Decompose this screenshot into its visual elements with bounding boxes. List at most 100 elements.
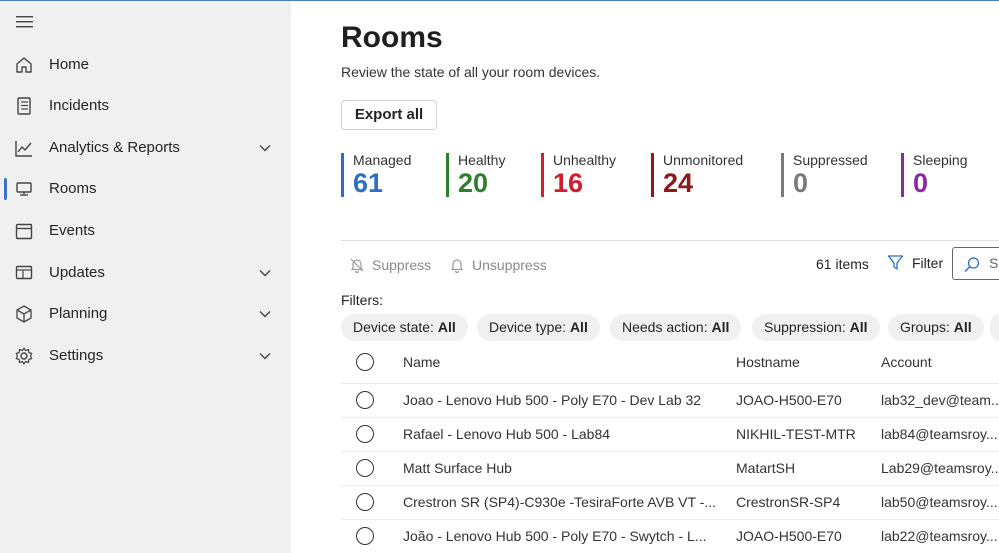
search-input[interactable]: S: [952, 247, 999, 280]
chevron-down-icon[interactable]: [258, 307, 272, 321]
column-header-hostname[interactable]: Hostname: [736, 354, 800, 370]
stat-value: 24: [663, 168, 694, 198]
stat-bar: [541, 153, 544, 197]
stat-bar: [651, 153, 654, 197]
rooms-icon: [16, 182, 32, 196]
gear-icon: [15, 347, 33, 365]
stat-label: Unhealthy: [553, 152, 617, 168]
filter-pill-suppression[interactable]: Suppression: All: [752, 314, 880, 341]
sidebar-item-label: Home: [49, 56, 90, 73]
active-indicator: [4, 178, 7, 200]
stat-label: Unmonitored: [663, 152, 744, 168]
sidebar-item-planning[interactable]: Planning: [0, 294, 291, 334]
table-row[interactable]: Joao - Lenovo Hub 500 - Poly E70 - Dev L…: [341, 384, 999, 418]
filter-button[interactable]: Filter: [887, 254, 943, 271]
table-row[interactable]: Rafael - Lenovo Hub 500 - Lab84 NIKHIL-T…: [341, 418, 999, 452]
filter-pill-needs-action[interactable]: Needs action: All: [610, 314, 742, 341]
filter-pill-groups[interactable]: Groups: All: [888, 314, 984, 341]
pill-name: Suppression:: [764, 319, 846, 335]
stat-value: 61: [353, 168, 384, 198]
select-all-radio[interactable]: [356, 353, 374, 371]
hamburger-menu-icon[interactable]: [16, 15, 34, 29]
row-select-radio[interactable]: [356, 493, 374, 511]
home-icon: [16, 57, 32, 73]
export-all-button[interactable]: Export all: [341, 100, 437, 130]
cell-name[interactable]: Rafael - Lenovo Hub 500 - Lab84: [403, 426, 723, 442]
stat-bar: [901, 153, 904, 197]
cell-hostname: NIKHIL-TEST-MTR: [736, 426, 856, 442]
filters-label: Filters:: [341, 292, 383, 308]
cell-hostname: JOAO-H500-E70: [736, 392, 842, 408]
cell-account: Lab29@teamsroy...: [881, 460, 999, 476]
stat-bar: [341, 153, 344, 197]
filter-label: Filter: [912, 254, 944, 271]
pill-name: Device type:: [489, 319, 567, 335]
row-select-radio[interactable]: [356, 459, 374, 477]
chevron-down-icon[interactable]: [258, 266, 272, 280]
main-content: Rooms Review the state of all your room …: [291, 1, 999, 553]
sidebar-item-label: Updates: [49, 264, 105, 281]
cell-account: lab50@teamsroy...: [881, 494, 998, 510]
filter-icon: [887, 255, 904, 270]
sidebar: Home Incidents Analytics & Reports Rooms: [0, 1, 291, 553]
calendar-icon: [15, 223, 33, 240]
pill-name: Needs action:: [622, 319, 708, 335]
stat-bar: [446, 153, 449, 197]
pill-value: All: [849, 319, 868, 335]
sidebar-item-analytics-reports[interactable]: Analytics & Reports: [0, 128, 291, 168]
suppress-label: Suppress: [372, 257, 432, 273]
cell-name[interactable]: Matt Surface Hub: [403, 460, 723, 476]
stat-label: Healthy: [458, 152, 506, 168]
search-text: S: [989, 255, 999, 271]
stat-value: 20: [458, 168, 489, 198]
sidebar-item-settings[interactable]: Settings: [0, 336, 291, 376]
row-select-radio[interactable]: [356, 527, 374, 545]
suppress-button[interactable]: Suppress: [349, 255, 431, 275]
sidebar-item-incidents[interactable]: Incidents: [0, 86, 291, 126]
planning-icon: [16, 305, 32, 323]
sidebar-item-home[interactable]: Home: [0, 45, 291, 85]
row-select-radio[interactable]: [356, 391, 374, 409]
unsuppress-button[interactable]: Unsuppress: [449, 255, 547, 275]
filter-pill-device-type[interactable]: Device type: All: [477, 314, 600, 341]
column-header-account[interactable]: Account: [881, 354, 932, 370]
cell-name[interactable]: Joao - Lenovo Hub 500 - Poly E70 - Dev L…: [403, 392, 723, 408]
column-header-name[interactable]: Name: [403, 354, 440, 370]
pill-name: Device state:: [353, 319, 434, 335]
cell-account: lab84@teamsroy...: [881, 426, 998, 442]
pill-value: All: [437, 319, 456, 335]
pill-name: Groups:: [900, 319, 950, 335]
incidents-icon: [17, 97, 31, 115]
divider: [341, 240, 999, 241]
chevron-down-icon[interactable]: [258, 141, 272, 155]
filter-pill-device-state[interactable]: Device state: All: [341, 314, 468, 341]
table-row[interactable]: Crestron SR (SP4)-C930e -TesiraForte AVB…: [341, 486, 999, 520]
bell-icon: [450, 259, 464, 273]
stat-label: Suppressed: [793, 152, 868, 168]
sidebar-item-label: Rooms: [49, 180, 97, 197]
sidebar-item-events[interactable]: Events: [0, 211, 291, 251]
bell-off-icon: [350, 258, 364, 273]
items-count: 61 items: [816, 256, 869, 272]
sidebar-item-label: Settings: [49, 347, 104, 364]
stat-label: Sleeping: [913, 152, 968, 168]
cell-hostname: CrestronSR-SP4: [736, 494, 841, 510]
table-row[interactable]: João - Lenovo Hub 500 - Poly E70 - Swytc…: [341, 520, 999, 553]
analytics-icon: [15, 141, 32, 157]
sidebar-item-label: Events: [49, 222, 95, 239]
chevron-down-icon[interactable]: [258, 349, 272, 363]
filter-pill-more[interactable]: [990, 314, 999, 341]
pill-value: All: [569, 319, 588, 335]
cell-name[interactable]: João - Lenovo Hub 500 - Poly E70 - Swytc…: [403, 528, 723, 544]
row-select-radio[interactable]: [356, 425, 374, 443]
updates-icon: [15, 265, 33, 280]
table-header: Name Hostname Account: [341, 346, 999, 384]
sidebar-item-updates[interactable]: Updates: [0, 253, 291, 293]
table-row[interactable]: Matt Surface Hub MatartSH Lab29@teamsroy…: [341, 452, 999, 486]
cell-hostname: MatartSH: [736, 460, 796, 476]
cell-name[interactable]: Crestron SR (SP4)-C930e -TesiraForte AVB…: [403, 494, 723, 510]
sidebar-item-rooms[interactable]: Rooms: [0, 169, 291, 209]
page-title: Rooms: [341, 21, 443, 54]
stat-value: 0: [913, 168, 929, 198]
stat-bar: [781, 153, 784, 197]
